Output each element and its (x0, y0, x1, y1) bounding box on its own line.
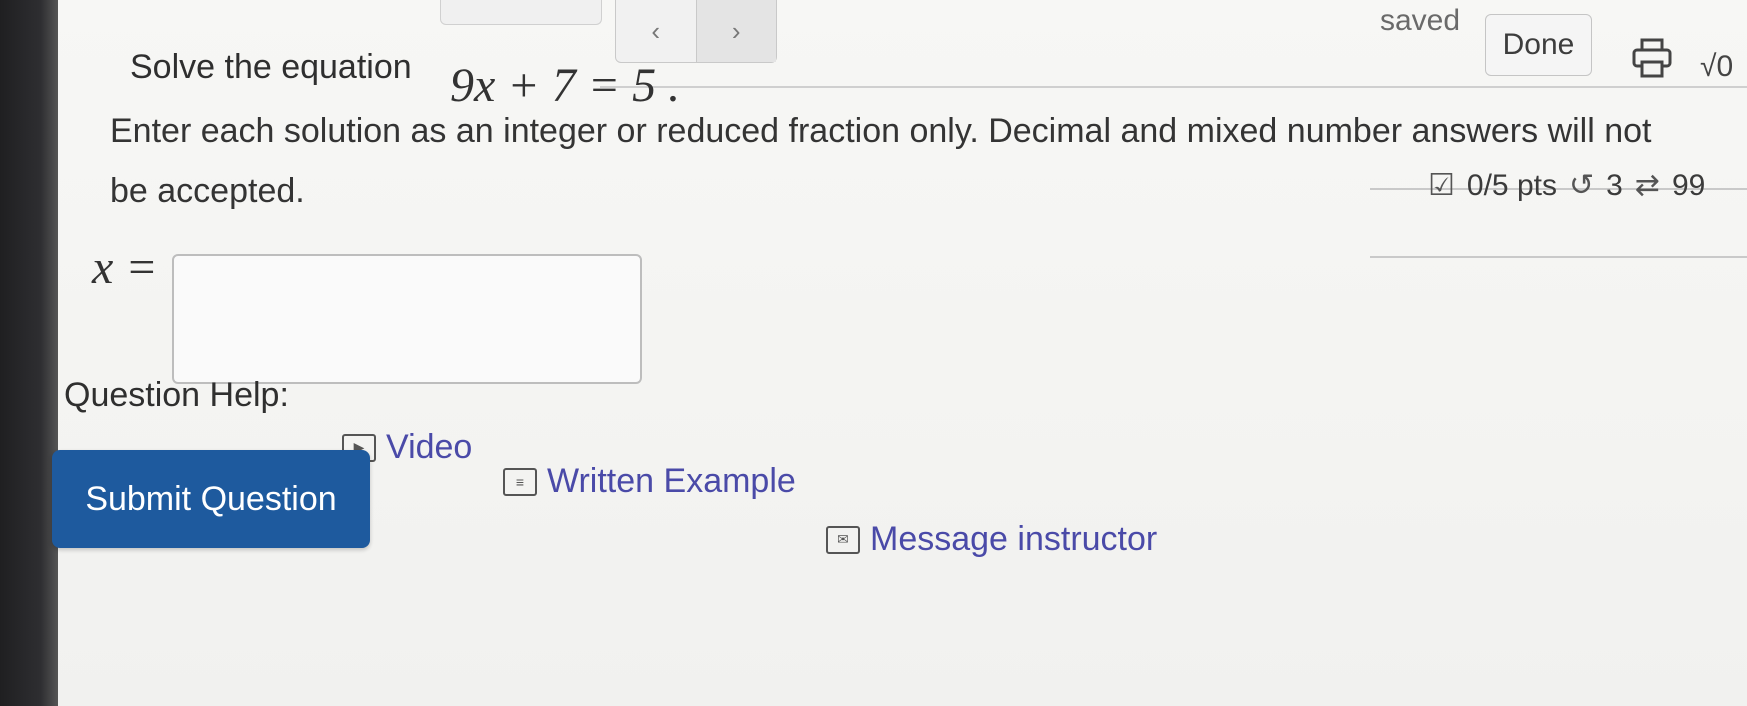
retry-icon: ↺ (1568, 169, 1595, 202)
points-text: 0/5 pts (1466, 168, 1557, 202)
chevron-left-icon: ‹ (651, 15, 661, 46)
done-button[interactable]: Done (1485, 14, 1592, 76)
instruction-text: Enter each solution as an integer or red… (110, 112, 1652, 150)
question-help-label: Question Help: (64, 376, 289, 414)
screen-bezel (0, 0, 58, 706)
written-example-link[interactable]: ≡ Written Example (503, 462, 796, 501)
chevron-right-icon: › (731, 15, 741, 46)
print-icon[interactable] (1630, 36, 1674, 80)
question-nav: ‹ › (615, 0, 777, 63)
video-link-label: Video (386, 428, 473, 466)
saved-status: saved (1380, 4, 1461, 37)
next-question-button[interactable]: › (695, 0, 776, 62)
message-instructor-label: Message instructor (870, 520, 1158, 558)
question-equation: 9x + 7 = 5 . (450, 59, 681, 112)
answer-label: x = (92, 241, 158, 294)
written-example-label: Written Example (547, 462, 796, 500)
top-tab[interactable] (440, 0, 602, 25)
document-icon: ≡ (503, 467, 537, 496)
attempts-count: 99 (1671, 168, 1706, 202)
score-status: ☑ 0/5 pts ↺ 3 ⇄ 99 (1428, 168, 1705, 203)
divider (600, 86, 1747, 88)
message-instructor-link[interactable]: ✉ Message instructor (826, 520, 1157, 559)
instruction-text-continued: be accepted. (110, 172, 305, 210)
mail-icon: ✉ (826, 525, 860, 554)
divider (1370, 256, 1747, 258)
prev-question-button[interactable]: ‹ (616, 0, 696, 62)
retries-count: 3 (1606, 168, 1623, 202)
answer-input[interactable] (172, 254, 642, 384)
question-prompt: Solve the equation (130, 48, 412, 86)
repeat-icon: ⇄ (1634, 169, 1660, 202)
checkbox-icon: ☑ (1428, 169, 1455, 202)
submit-question-button[interactable]: Submit Question (52, 450, 370, 548)
sqrt-icon[interactable]: √0 (1700, 50, 1733, 84)
